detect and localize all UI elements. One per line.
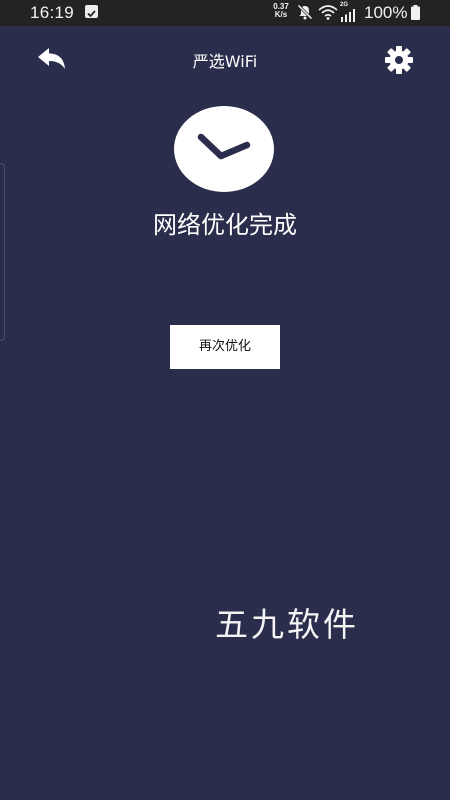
result-title: 网络优化完成 bbox=[153, 211, 297, 239]
notification-check-icon bbox=[85, 5, 98, 18]
checkmark-icon bbox=[197, 133, 251, 160]
signal-icon bbox=[340, 7, 358, 22]
reoptimize-button[interactable]: 再次优化 bbox=[170, 325, 280, 369]
page-title: 严选WiFi bbox=[192, 52, 258, 71]
back-button[interactable] bbox=[34, 44, 70, 76]
mute-icon bbox=[296, 3, 314, 21]
battery-icon bbox=[411, 5, 420, 20]
success-badge bbox=[174, 106, 274, 192]
status-bar: 16:19 0.37 K/s 2G 100% bbox=[0, 0, 450, 26]
wifi-icon bbox=[318, 4, 338, 21]
settings-button[interactable] bbox=[382, 43, 416, 77]
watermark-text: 五九软件 bbox=[215, 605, 359, 644]
reply-arrow-icon bbox=[38, 48, 65, 69]
edge-drawer-handle[interactable] bbox=[0, 163, 5, 341]
network-speed: 0.37 K/s bbox=[270, 3, 292, 19]
status-time: 16:19 bbox=[30, 3, 75, 22]
network-speed-unit: K/s bbox=[274, 10, 288, 19]
screen: 16:19 0.37 K/s 2G 100% 严选WiFi 网络优化完成 再次优… bbox=[0, 0, 450, 800]
gear-icon bbox=[385, 46, 413, 74]
battery-percent: 100% bbox=[364, 3, 408, 22]
